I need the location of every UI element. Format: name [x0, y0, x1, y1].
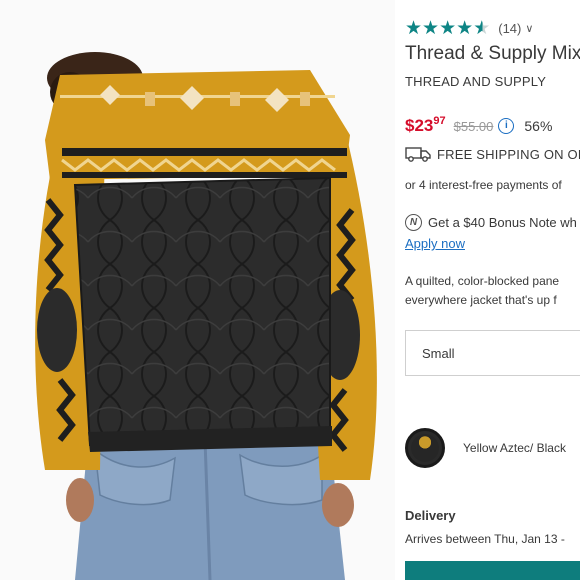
product-description: A quilted, color-blocked pane everywhere… [405, 272, 559, 310]
color-option[interactable]: Yellow Aztec/ Black [405, 428, 566, 468]
color-label: Yellow Aztec/ Black [463, 441, 566, 455]
star-icon: ★ [422, 17, 440, 39]
color-swatch[interactable] [405, 428, 445, 468]
review-count[interactable]: (14) [498, 21, 521, 36]
discount-percent: 56% [524, 118, 553, 134]
bonus-note-icon: N [405, 214, 422, 231]
delivery-estimate: Arrives between Thu, Jan 13 - [405, 532, 565, 546]
installment-text: or 4 interest-free payments of [405, 178, 562, 192]
size-select[interactable]: Small [405, 330, 580, 376]
shipping-text: FREE SHIPPING ON OR [437, 146, 580, 162]
swatch-image [411, 434, 439, 462]
truck-icon [405, 147, 431, 162]
star-icon: ★ [439, 17, 457, 39]
original-price: $55.00 [453, 119, 494, 134]
bonus-note-row: N Get a $40 Bonus Note wh [405, 214, 577, 231]
star-rating: ★ ★ ★ ★ ★ [405, 19, 490, 38]
bonus-note-text: Get a $40 Bonus Note wh [428, 215, 577, 230]
star-icon: ★ [456, 17, 474, 39]
product-title: Thread & Supply Mix [405, 43, 580, 64]
shipping-row: FREE SHIPPING ON OR [405, 146, 580, 162]
product-info-panel: ★ ★ ★ ★ ★ (14) ∨ Thread & Supply Mix THR… [405, 0, 580, 580]
jacket-photo-illustration [0, 0, 395, 580]
star-half-icon: ★ [473, 17, 491, 39]
apply-now-link[interactable]: Apply now [405, 236, 465, 251]
description-line: A quilted, color-blocked pane [405, 274, 560, 288]
delivery-heading: Delivery [405, 508, 456, 523]
product-image[interactable] [0, 0, 395, 580]
brand-name[interactable]: THREAD AND SUPPLY [405, 74, 546, 89]
star-icon: ★ [405, 17, 423, 39]
rating-summary[interactable]: ★ ★ ★ ★ ★ (14) ∨ [405, 18, 533, 38]
sale-price: $2397 [405, 115, 446, 135]
info-icon[interactable]: i [498, 118, 515, 134]
add-to-bag-button[interactable] [405, 561, 580, 580]
price-row: $2397 $55.00 i 56% [405, 115, 553, 138]
chevron-down-icon[interactable]: ∨ [525, 22, 533, 35]
description-line: everywhere jacket that's up f [405, 293, 557, 307]
